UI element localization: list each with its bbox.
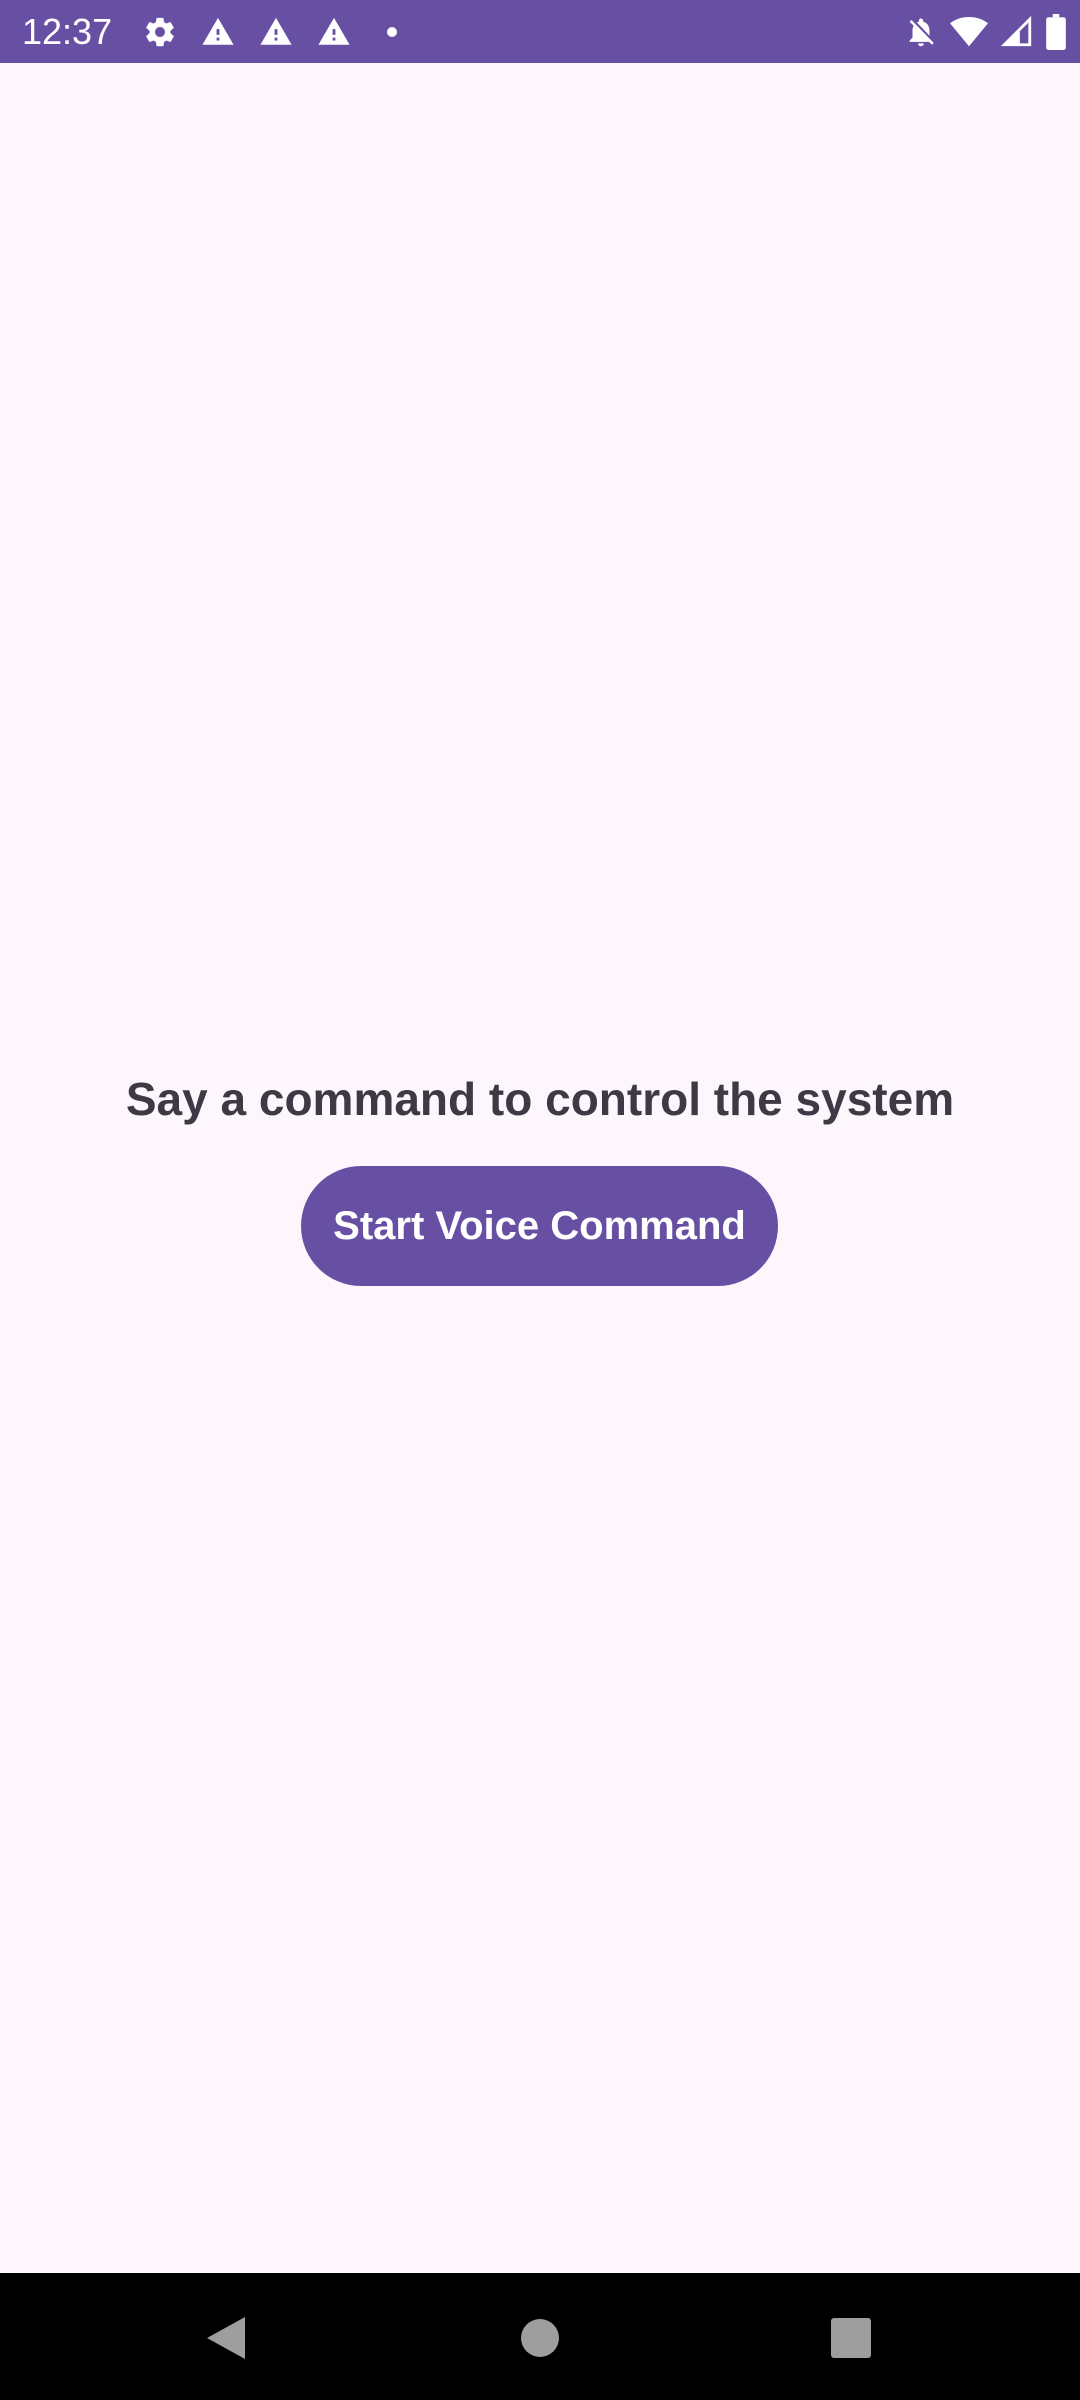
wifi-icon [950,12,988,52]
home-button[interactable] [495,2293,585,2383]
status-bar: 12:37 [0,0,1080,63]
status-time: 12:37 [22,11,113,52]
voice-prompt-text: Say a command to control the system [125,1073,955,1125]
warning-icon [256,12,296,52]
gear-icon [140,12,180,52]
dot-icon [372,12,412,52]
recents-button[interactable] [806,2293,896,2383]
recents-icon [831,2318,871,2358]
warning-icon [198,12,238,52]
main-content: Say a command to control the system Star… [0,63,1080,2273]
notifications-off-icon [904,12,938,52]
back-icon [207,2317,245,2359]
battery-icon [1046,12,1066,52]
home-icon [521,2319,559,2357]
back-button[interactable] [180,2293,270,2383]
warning-icon [314,12,354,52]
notification-icons [140,12,430,52]
navigation-bar [0,2273,1080,2400]
cell-signal-icon [1000,12,1034,52]
system-icons [892,12,1066,52]
start-voice-command-button[interactable]: Start Voice Command [301,1166,778,1286]
